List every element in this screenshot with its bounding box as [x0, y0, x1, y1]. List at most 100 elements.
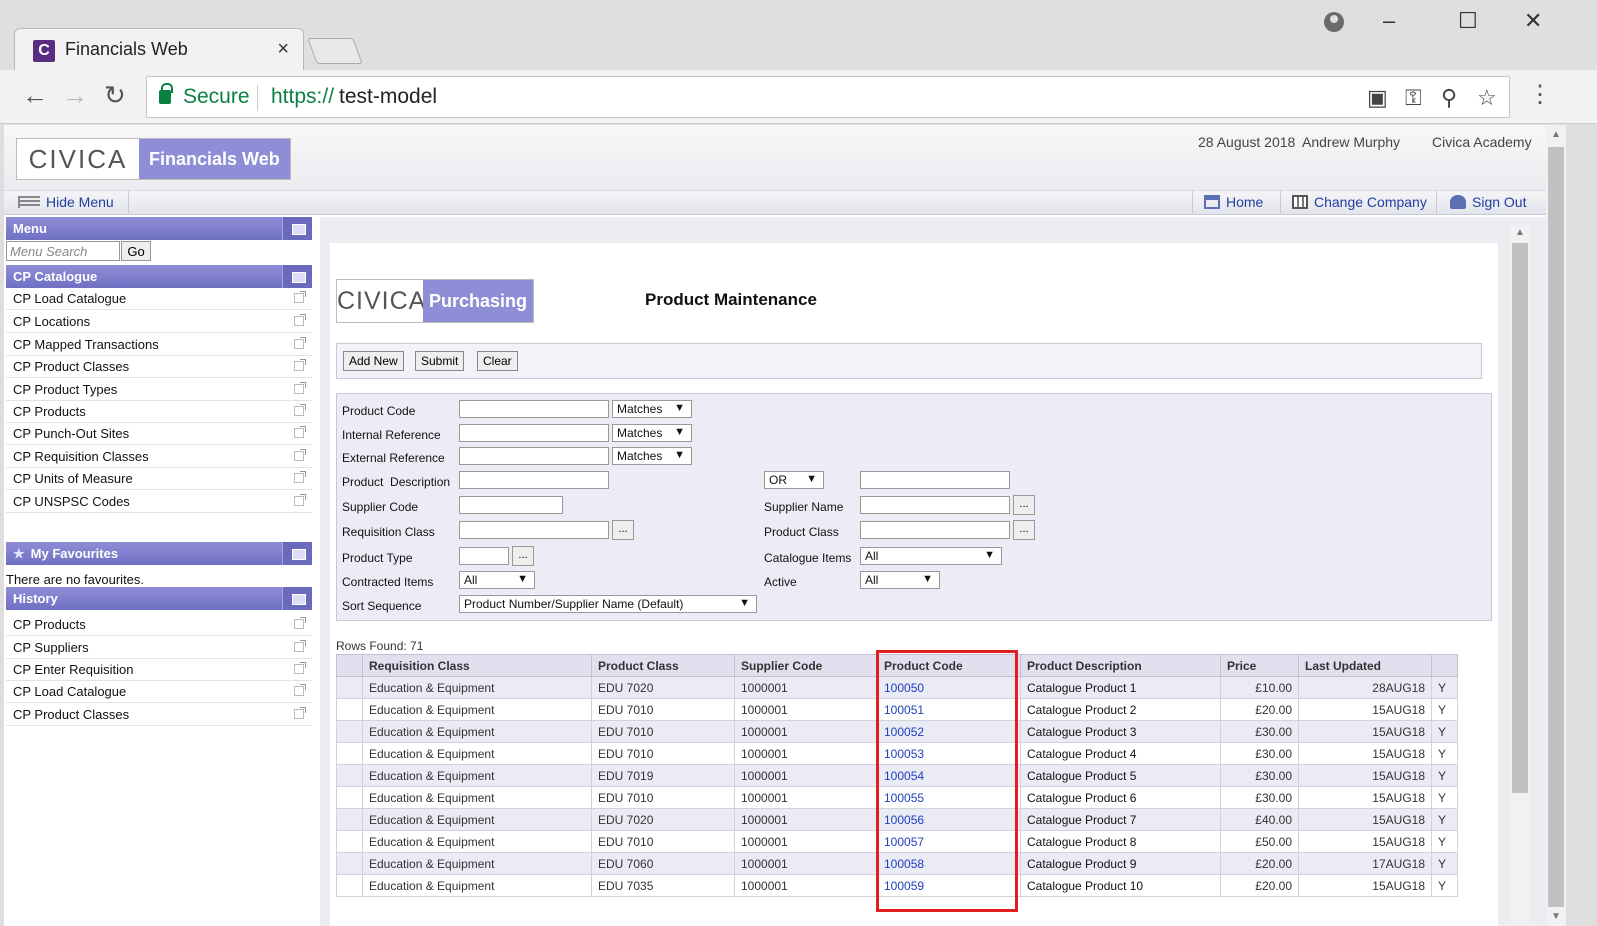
content-scrollbar[interactable]: ▲ — [1510, 225, 1530, 925]
column-header-price[interactable]: Price — [1220, 654, 1299, 677]
submit-button[interactable]: Submit — [415, 351, 465, 371]
history-item-cp-enter-requisition[interactable]: CP Enter Requisition — [6, 659, 312, 681]
key-icon[interactable]: ⚿ — [1405, 85, 1422, 111]
table-row[interactable]: Education & Equipment EDU 7020 1000001 1… — [336, 676, 1458, 699]
profile-icon[interactable] — [1324, 12, 1344, 32]
cell-product-code-link[interactable]: 100052 — [877, 720, 1021, 743]
maximize-icon[interactable]: ☐ — [1458, 8, 1478, 34]
row-selector[interactable] — [336, 764, 363, 787]
nav-item-cp-locations[interactable]: CP Locations — [6, 311, 312, 333]
table-row[interactable]: Education & Equipment EDU 7010 1000001 1… — [336, 786, 1458, 809]
nav-item-cp-requisition-classes[interactable]: CP Requisition Classes — [6, 446, 312, 468]
change-company-link[interactable]: Change Company — [1292, 194, 1427, 210]
requisition-class-input[interactable] — [459, 521, 609, 539]
product-code-match-select[interactable]: Matches — [612, 400, 692, 418]
scroll-up-icon[interactable]: ▲ — [1551, 129, 1561, 140]
cell-product-code-link[interactable]: 100058 — [877, 852, 1021, 875]
nav-item-cp-unspsc-codes[interactable]: CP UNSPSC Codes — [6, 491, 312, 513]
page-scrollbar[interactable]: ▲ ▼ — [1546, 125, 1566, 926]
cell-product-code-link[interactable]: 100050 — [877, 676, 1021, 699]
nav-item-cp-load-catalogue[interactable]: CP Load Catalogue — [6, 288, 312, 310]
internal-reference-match-select[interactable]: Matches — [612, 424, 692, 442]
row-selector[interactable] — [336, 808, 363, 831]
close-window-icon[interactable]: ✕ — [1524, 8, 1542, 34]
table-row[interactable]: Education & Equipment EDU 7010 1000001 1… — [336, 830, 1458, 853]
zoom-icon[interactable]: ⚲ — [1441, 85, 1457, 111]
product-class-lookup-button[interactable]: ... — [1013, 520, 1035, 540]
nav-item-cp-product-types[interactable]: CP Product Types — [6, 379, 312, 401]
product-type-input[interactable] — [459, 547, 509, 565]
product-description-input[interactable] — [459, 471, 609, 489]
page-scroll-thumb[interactable] — [1548, 147, 1564, 907]
content-scroll-thumb[interactable] — [1512, 243, 1528, 793]
supplier-code-input[interactable] — [459, 496, 563, 514]
column-header-product-description[interactable]: Product Description — [1020, 654, 1221, 677]
row-selector[interactable] — [336, 698, 363, 721]
external-reference-input[interactable] — [459, 447, 609, 465]
favourites-panel-header[interactable]: ★ My Favourites — [6, 542, 312, 565]
description-operator-select[interactable]: OR — [764, 471, 824, 489]
bookmark-star-icon[interactable]: ☆ — [1477, 85, 1497, 111]
history-item-cp-products[interactable]: CP Products — [6, 614, 312, 636]
reload-icon[interactable]: ↻ — [104, 82, 126, 108]
product-type-lookup-button[interactable]: ... — [512, 546, 534, 566]
browser-tab[interactable]: C Financials Web × — [14, 28, 304, 70]
requisition-class-lookup-button[interactable]: ... — [612, 520, 634, 540]
catalogue-items-select[interactable]: All — [860, 547, 1002, 565]
row-selector[interactable] — [336, 874, 363, 897]
table-row[interactable]: Education & Equipment EDU 7010 1000001 1… — [336, 720, 1458, 743]
column-header-requisition-class[interactable]: Requisition Class — [362, 654, 592, 677]
browser-menu-icon[interactable]: ⋮ — [1528, 80, 1552, 109]
table-row[interactable]: Education & Equipment EDU 7020 1000001 1… — [336, 808, 1458, 831]
table-row[interactable]: Education & Equipment EDU 7060 1000001 1… — [336, 852, 1458, 875]
history-item-cp-suppliers[interactable]: CP Suppliers — [6, 637, 312, 659]
panel-toggle-icon[interactable] — [282, 265, 312, 288]
nav-item-cp-mapped-transactions[interactable]: CP Mapped Transactions — [6, 334, 312, 356]
column-header-last-updated[interactable]: Last Updated — [1298, 654, 1432, 677]
popup-blocked-icon[interactable]: ▣ — [1367, 85, 1388, 111]
cp-catalogue-panel-header[interactable]: CP Catalogue — [6, 265, 312, 288]
minimize-icon[interactable]: – — [1383, 8, 1395, 34]
cell-product-code-link[interactable]: 100055 — [877, 786, 1021, 809]
forward-arrow-icon[interactable]: → — [62, 82, 88, 108]
external-reference-match-select[interactable]: Matches — [612, 447, 692, 465]
cell-product-code-link[interactable]: 100054 — [877, 764, 1021, 787]
column-header-product-class[interactable]: Product Class — [591, 654, 735, 677]
scroll-up-icon[interactable]: ▲ — [1515, 227, 1525, 238]
nav-item-cp-product-classes[interactable]: CP Product Classes — [6, 356, 312, 378]
new-tab-button[interactable] — [307, 38, 363, 64]
panel-toggle-icon[interactable] — [282, 587, 312, 610]
row-selector[interactable] — [336, 742, 363, 765]
back-arrow-icon[interactable]: ← — [22, 82, 48, 108]
cell-product-code-link[interactable]: 100056 — [877, 808, 1021, 831]
scroll-down-icon[interactable]: ▼ — [1551, 911, 1561, 922]
sort-sequence-select[interactable]: Product Number/Supplier Name (Default) — [459, 595, 757, 613]
product-description-input-2[interactable] — [860, 471, 1010, 489]
cell-product-code-link[interactable]: 100059 — [877, 874, 1021, 897]
cell-product-code-link[interactable]: 100053 — [877, 742, 1021, 765]
row-selector[interactable] — [336, 676, 363, 699]
table-row[interactable]: Education & Equipment EDU 7010 1000001 1… — [336, 742, 1458, 765]
row-selector[interactable] — [336, 830, 363, 853]
supplier-name-lookup-button[interactable]: ... — [1013, 495, 1035, 515]
panel-toggle-icon[interactable] — [282, 217, 312, 240]
nav-item-cp-punch-out-sites[interactable]: CP Punch-Out Sites — [6, 423, 312, 445]
row-selector[interactable] — [336, 720, 363, 743]
active-select[interactable]: All — [860, 571, 940, 589]
sign-out-link[interactable]: Sign Out — [1450, 194, 1526, 210]
history-item-cp-load-catalogue[interactable]: CP Load Catalogue — [6, 681, 312, 703]
menu-search-input[interactable] — [6, 241, 120, 261]
table-row[interactable]: Education & Equipment EDU 7010 1000001 1… — [336, 698, 1458, 721]
supplier-name-input[interactable] — [860, 496, 1010, 514]
column-header-supplier-code[interactable]: Supplier Code — [734, 654, 878, 677]
menu-search-go-button[interactable]: Go — [121, 241, 151, 261]
product-class-input[interactable] — [860, 521, 1010, 539]
cell-product-code-link[interactable]: 100051 — [877, 698, 1021, 721]
internal-reference-input[interactable] — [459, 424, 609, 442]
home-link[interactable]: Home — [1204, 194, 1263, 210]
contracted-items-select[interactable]: All — [459, 571, 535, 589]
nav-item-cp-units-of-measure[interactable]: CP Units of Measure — [6, 468, 312, 490]
table-row[interactable]: Education & Equipment EDU 7035 1000001 1… — [336, 874, 1458, 897]
hide-menu-link[interactable]: Hide Menu — [18, 194, 114, 210]
product-code-input[interactable] — [459, 400, 609, 418]
